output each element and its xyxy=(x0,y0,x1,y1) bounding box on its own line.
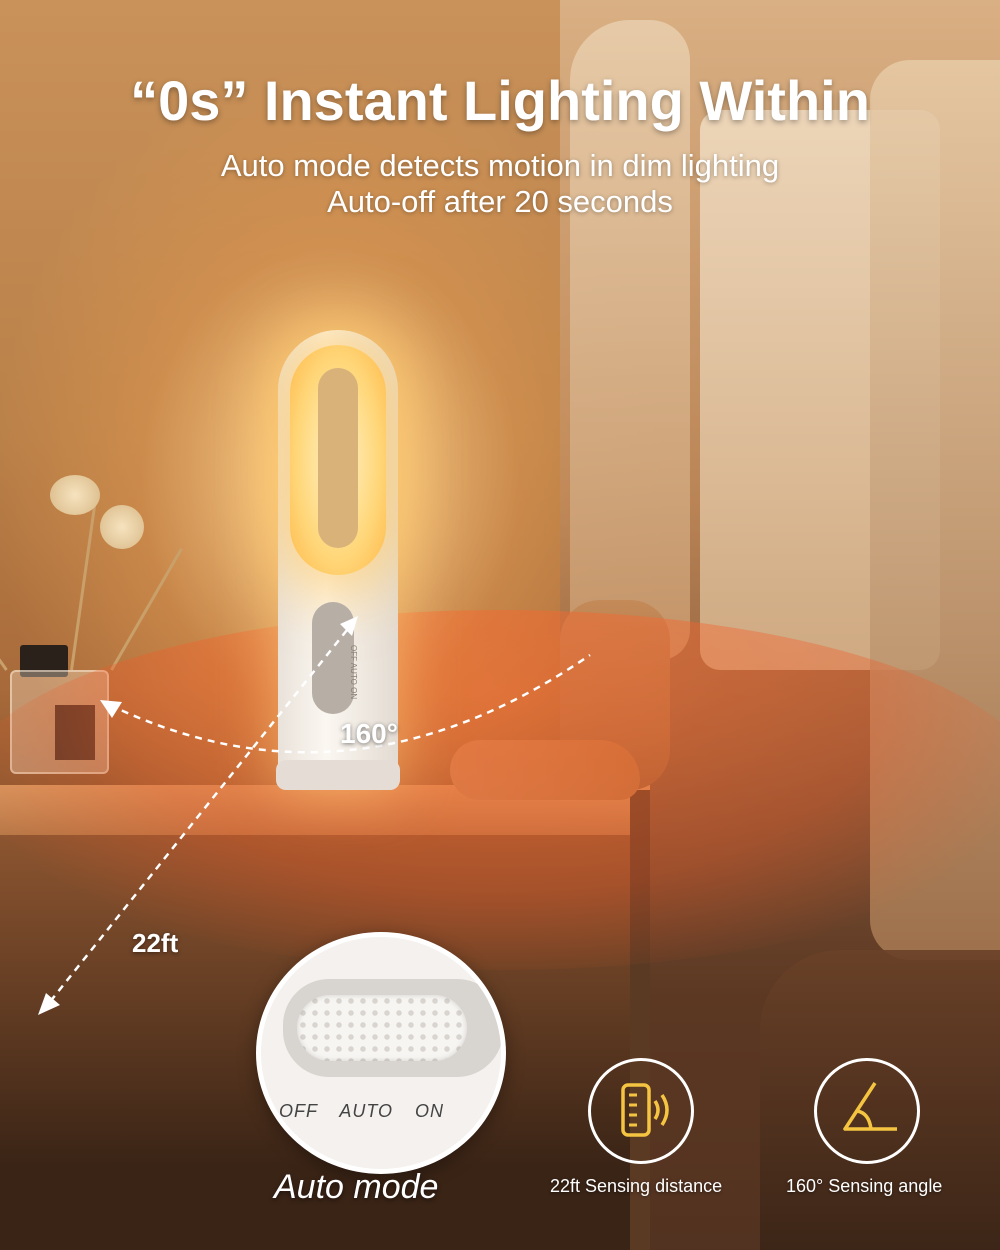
switch-label-on: ON xyxy=(415,1101,445,1121)
distance-line xyxy=(44,619,356,1009)
product-scene: OFF AUTO ON “0s” Instant Lighting Within… xyxy=(0,0,1000,1250)
distance-arrowhead-start xyxy=(340,616,358,636)
phone-sensing-icon xyxy=(588,1058,694,1164)
feature-caption-angle: 160° Sensing angle xyxy=(786,1176,943,1196)
switch-label-auto: AUTO xyxy=(339,1101,394,1121)
switch-knob xyxy=(297,995,467,1061)
switch-zoom-circle: OFF AUTO ON xyxy=(256,932,506,1174)
distance-arrowhead-end xyxy=(38,993,60,1015)
phone-sensing-glyph xyxy=(621,1083,669,1137)
auto-mode-caption: Auto mode xyxy=(274,1168,439,1206)
subtitle-line-2: Auto-off after 20 seconds xyxy=(327,184,673,219)
feature-caption-distance: 22ft Sensing distance xyxy=(550,1176,723,1196)
angle-icon xyxy=(814,1058,920,1164)
angle-glyph xyxy=(843,1082,897,1131)
headline: “0s” Instant Lighting Within xyxy=(130,69,870,132)
angle-arc-arrowhead xyxy=(100,700,122,718)
switch-labels: OFF AUTO ON xyxy=(279,1101,460,1122)
distance-label: 22ft xyxy=(132,928,179,958)
subtitle-line-1: Auto mode detects motion in dim lighting xyxy=(220,148,780,183)
switch-label-off: OFF xyxy=(279,1101,318,1121)
angle-label: 160° xyxy=(340,718,398,749)
